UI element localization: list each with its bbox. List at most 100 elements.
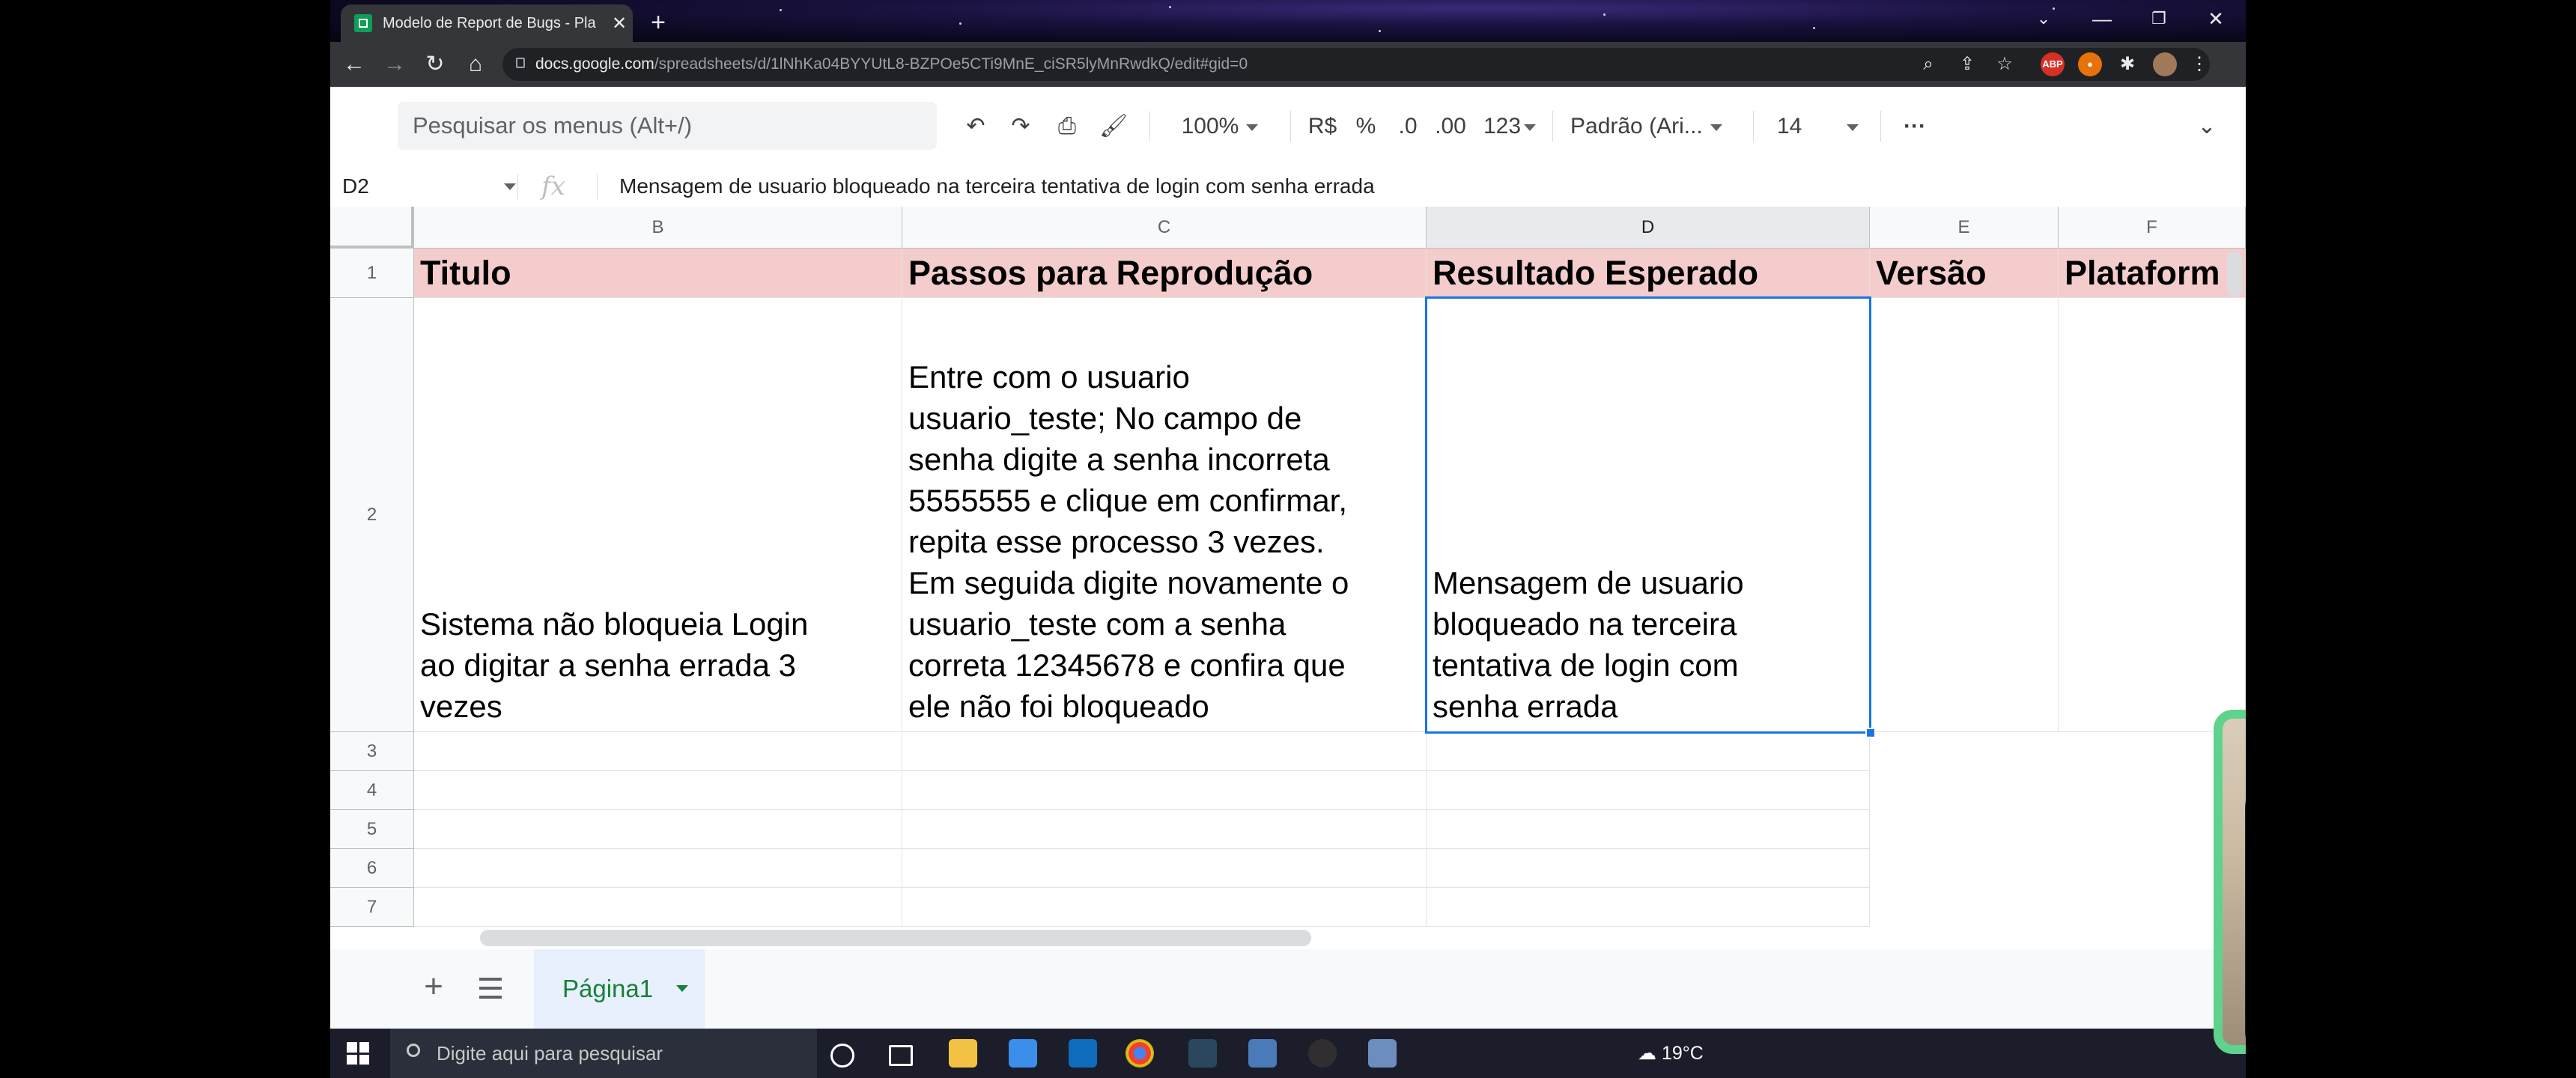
share-icon[interactable]: ⇪	[1955, 52, 1979, 76]
vertical-scrollbar[interactable]	[2227, 252, 2242, 296]
column-header-d[interactable]: D	[1427, 207, 1870, 249]
search-menus-input[interactable]: Pesquisar os menus (Alt+/)	[398, 102, 937, 150]
table-cell[interactable]	[902, 810, 1427, 849]
collapse-toolbar-icon[interactable]: ⌄	[2187, 106, 2226, 147]
row-header-4[interactable]: 4	[330, 771, 414, 810]
cell-b1-titulo[interactable]: Titulo	[414, 249, 902, 298]
select-all-corner[interactable]	[330, 207, 414, 249]
table-cell[interactable]	[1427, 888, 1870, 927]
store-icon[interactable]	[1009, 1039, 1037, 1068]
zoom-select[interactable]: 100%	[1161, 106, 1278, 147]
cell-c2-passos[interactable]: Entre com o usuario usuario_teste; No ca…	[902, 298, 1427, 732]
taskbar-search[interactable]: Digite aqui para pesquisar	[390, 1029, 817, 1078]
table-cell[interactable]	[414, 732, 902, 771]
close-tab-icon[interactable]: ✕	[612, 13, 627, 34]
percent-format-button[interactable]: %	[1349, 106, 1383, 147]
currency-format-button[interactable]: R$	[1302, 106, 1343, 147]
column-header-c[interactable]: C	[902, 207, 1427, 249]
forward-button[interactable]: →	[378, 48, 411, 81]
row-header-5[interactable]: 5	[330, 810, 414, 849]
extensions-puzzle-icon[interactable]: ✱	[2115, 52, 2139, 76]
horizontal-scrollbar[interactable]	[480, 930, 1311, 946]
profile-avatar[interactable]	[2153, 52, 2177, 76]
adblock-extension-icon[interactable]: ABP	[2041, 52, 2065, 76]
cell-f2[interactable]	[2059, 298, 2246, 732]
cell-e2[interactable]	[1870, 298, 2059, 732]
column-header-e[interactable]: E	[1870, 207, 2059, 249]
formula-bar: D2 fx Mensagem de usuario bloqueado na t…	[330, 166, 2246, 207]
table-cell[interactable]	[414, 849, 902, 888]
bookmark-star-icon[interactable]: ☆	[1993, 52, 2017, 76]
windows-taskbar: Digite aqui para pesquisar ☁ 19°C	[330, 1029, 2246, 1078]
table-cell[interactable]	[902, 771, 1427, 810]
increase-decimal-button[interactable]: .00	[1428, 106, 1473, 147]
tab-search-icon[interactable]: ⌄	[2015, 0, 2072, 37]
formula-input[interactable]: Mensagem de usuario bloqueado na terceir…	[619, 166, 1375, 207]
cell-c1-passos[interactable]: Passos para Reprodução	[902, 249, 1427, 298]
font-size-select[interactable]: 14	[1765, 106, 1882, 147]
reload-button[interactable]: ↻	[419, 48, 452, 81]
home-button[interactable]: ⌂	[459, 48, 492, 81]
close-window-button[interactable]: ✕	[2187, 0, 2244, 37]
app-icon[interactable]	[1248, 1039, 1277, 1068]
browser-titlebar: Modelo de Report de Bugs - Pla ✕ + ⌄ — ❐…	[330, 0, 2246, 42]
table-cell[interactable]	[902, 849, 1427, 888]
row-header-6[interactable]: 6	[330, 849, 414, 888]
sheets-toolbar: Pesquisar os menus (Alt+/) ↶ ↷ ⎙ 🖌 100% …	[330, 87, 2246, 167]
task-view-icon[interactable]	[889, 1045, 913, 1066]
name-box[interactable]: D2	[342, 166, 522, 207]
mail-icon[interactable]	[1069, 1039, 1097, 1068]
row-header-1[interactable]: 1	[330, 249, 414, 298]
new-tab-button[interactable]: +	[643, 7, 673, 37]
cell-d1-resultado[interactable]: Resultado Esperado	[1427, 249, 1870, 298]
column-header-b[interactable]: B	[414, 207, 902, 249]
table-cell[interactable]	[902, 888, 1427, 927]
column-header-f[interactable]: F	[2059, 207, 2246, 249]
print-icon[interactable]: ⎙	[1048, 106, 1087, 147]
table-cell[interactable]	[414, 771, 902, 810]
table-cell[interactable]	[1427, 849, 1870, 888]
windows-start-icon[interactable]	[347, 1042, 369, 1065]
more-options-icon[interactable]: ···	[1891, 106, 1939, 147]
search-icon	[407, 1044, 420, 1057]
chrome-menu-icon[interactable]: ⋮	[2187, 52, 2211, 76]
obs-icon[interactable]	[1308, 1039, 1337, 1068]
table-cell[interactable]	[1427, 810, 1870, 849]
steam-icon[interactable]	[1188, 1039, 1217, 1068]
table-cell[interactable]	[414, 888, 902, 927]
cell-b2-titulo[interactable]: Sistema não bloqueia Login ao digitar a …	[414, 298, 902, 732]
chrome-taskbar-icon[interactable]	[1126, 1039, 1154, 1068]
address-bar[interactable]: docs.google.com/spreadsheets/d/1lNhKa04B…	[502, 48, 2210, 81]
decrease-decimal-button[interactable]: .0	[1389, 106, 1427, 147]
undo-icon[interactable]: ↶	[956, 106, 995, 147]
file-explorer-icon[interactable]	[949, 1039, 977, 1068]
cell-e1-versao[interactable]: Versão	[1870, 249, 2059, 298]
restore-button[interactable]: ❐	[2130, 0, 2187, 37]
row-header-2[interactable]: 2	[330, 298, 414, 732]
cortana-icon[interactable]	[830, 1044, 854, 1068]
table-cell[interactable]	[902, 732, 1427, 771]
table-cell[interactable]	[1427, 732, 1870, 771]
back-button[interactable]: ←	[338, 48, 371, 81]
minimize-button[interactable]: —	[2074, 0, 2130, 37]
app-icon[interactable]	[1368, 1039, 1397, 1068]
sheet-tab-caret-icon[interactable]	[676, 985, 688, 992]
extension-icon[interactable]: ●	[2078, 52, 2102, 76]
weather-widget[interactable]: ☁ 19°C	[1638, 1029, 1704, 1078]
font-select[interactable]: Padrão (Ari...	[1564, 106, 1750, 147]
paint-format-icon[interactable]: 🖌	[1094, 106, 1133, 147]
row-header-3[interactable]: 3	[330, 732, 414, 771]
table-cell[interactable]	[414, 810, 902, 849]
add-sheet-button[interactable]: +	[414, 967, 453, 1006]
redo-icon[interactable]: ↷	[1001, 106, 1040, 147]
cell-d2-resultado[interactable]: Mensagem de usuario bloqueado na terceir…	[1427, 298, 1870, 732]
browser-tab[interactable]: Modelo de Report de Bugs - Pla ✕	[341, 4, 633, 42]
row-header-7[interactable]: 7	[330, 888, 414, 927]
all-sheets-list-icon[interactable]	[471, 967, 510, 1006]
fill-handle[interactable]	[1865, 728, 1876, 738]
cell-f1-plataforma[interactable]: Plataform	[2059, 249, 2246, 298]
sheet-tab-pagina1[interactable]: Página1	[534, 949, 705, 1029]
table-cell[interactable]	[1427, 771, 1870, 810]
zoom-icon[interactable]: ⌕	[1916, 52, 1940, 76]
more-formats-select[interactable]: 123	[1476, 106, 1543, 147]
